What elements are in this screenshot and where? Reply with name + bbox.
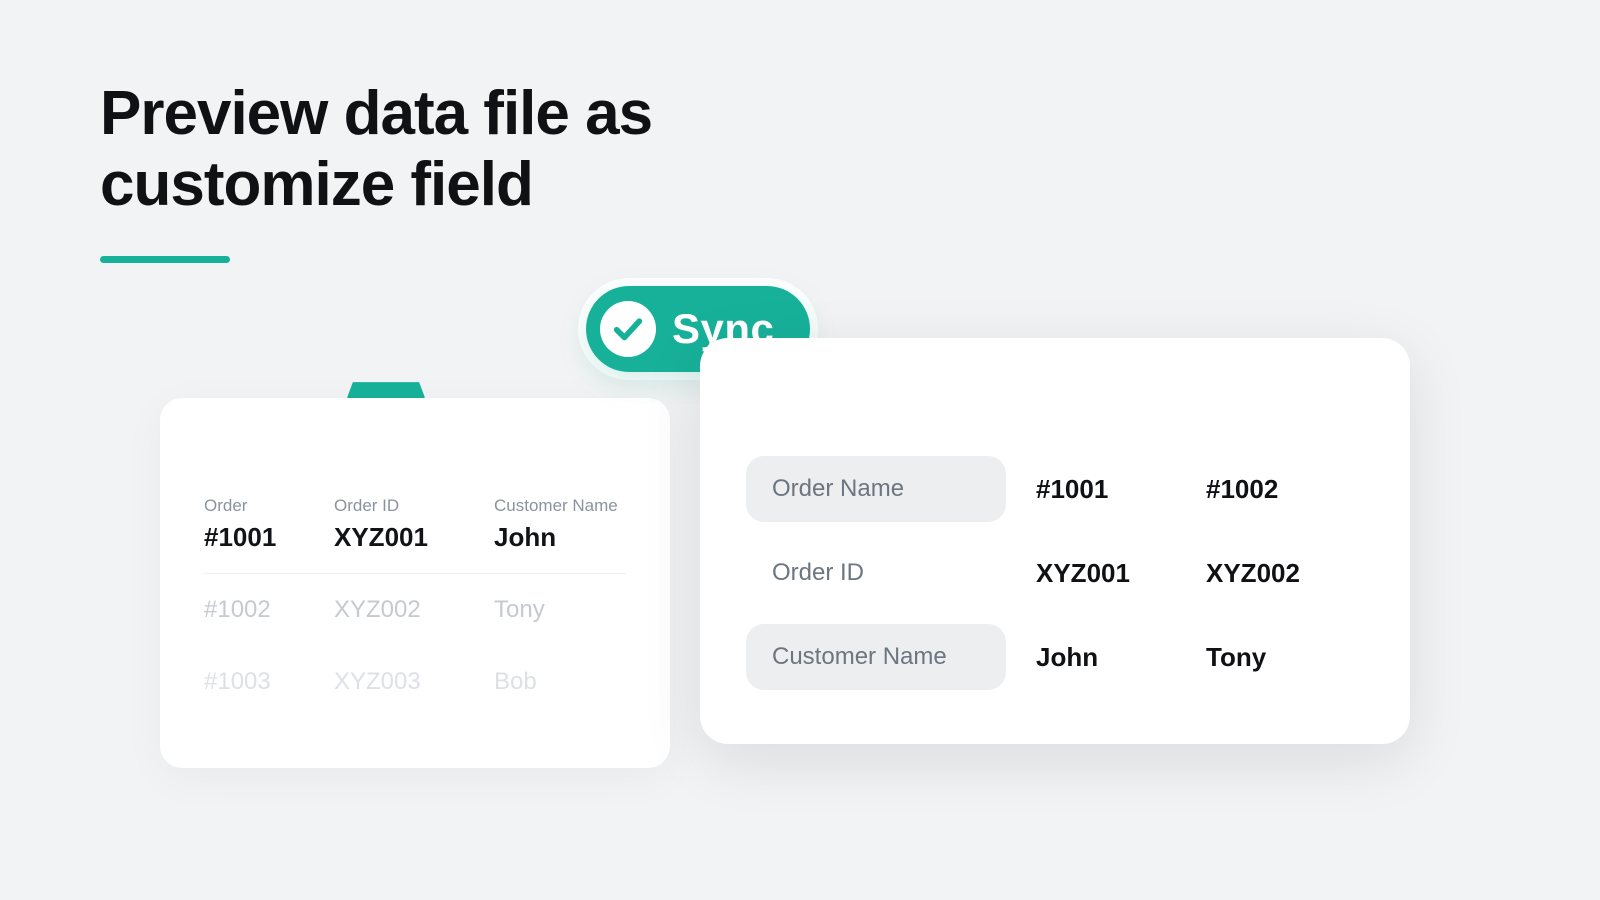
preview-row-order-name: Order Name #1001 #1002 <box>746 456 1360 522</box>
source-order-2: #1003 <box>204 668 334 696</box>
preview-customer-1: Tony <box>1206 642 1376 673</box>
field-customer-name[interactable]: Customer Name <box>746 624 1006 690</box>
field-order-name[interactable]: Order Name <box>746 456 1006 522</box>
source-name-1: Tony <box>494 596 626 624</box>
source-col-label-orderid: Order ID <box>334 496 494 516</box>
preview-order-name-1: #1002 <box>1206 474 1376 505</box>
preview-customer-0: John <box>1036 642 1206 673</box>
preview-row-order-id: Order ID XYZ001 XYZ002 <box>746 540 1360 606</box>
source-order-1: #1002 <box>204 596 334 624</box>
source-id-1: XYZ002 <box>334 596 494 624</box>
source-data-card: Order #1001 Order ID XYZ001 Customer Nam… <box>160 398 670 768</box>
source-order-0: #1001 <box>204 522 334 553</box>
source-col-label-customer: Customer Name <box>494 496 626 516</box>
check-icon <box>600 301 656 357</box>
preview-row-customer: Customer Name John Tony <box>746 624 1360 690</box>
preview-order-id-1: XYZ002 <box>1206 558 1376 589</box>
source-row-2: #1003 XYZ003 Bob <box>204 646 626 718</box>
source-row-primary: Order #1001 Order ID XYZ001 Customer Nam… <box>204 476 626 573</box>
page-title-line2: customize field <box>100 150 533 219</box>
source-row-1: #1002 XYZ002 Tony <box>204 574 626 646</box>
source-id-2: XYZ003 <box>334 668 494 696</box>
preview-order-id-0: XYZ001 <box>1036 558 1206 589</box>
preview-card: Order Name #1001 #1002 Order ID XYZ001 X… <box>700 338 1410 744</box>
field-order-id[interactable]: Order ID <box>746 540 1006 606</box>
source-col-label-order: Order <box>204 496 334 516</box>
source-id-0: XYZ001 <box>334 522 494 553</box>
source-name-0: John <box>494 522 626 553</box>
page-title-line1: Preview data file as <box>100 79 652 148</box>
title-underline <box>100 256 230 263</box>
preview-order-name-0: #1001 <box>1036 474 1206 505</box>
page-title: Preview data file as customize field <box>100 78 652 221</box>
source-name-2: Bob <box>494 668 626 696</box>
